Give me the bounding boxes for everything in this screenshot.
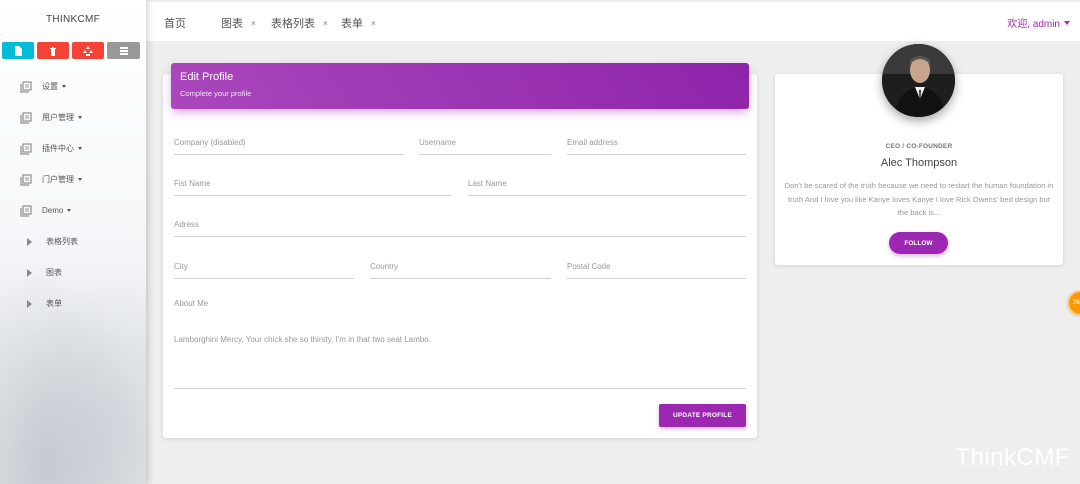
about-me-label: About Me (174, 299, 209, 308)
profile-bio: Don't be scared of the truth because we … (784, 181, 1054, 217)
card-title: Edit Profile (180, 71, 234, 83)
card-header: Edit Profile Complete your profile (171, 63, 749, 109)
caret-down-icon (78, 147, 82, 150)
recycle-icon (83, 45, 93, 56)
address-field[interactable]: Adress (174, 220, 746, 237)
top-navbar: 首页 图表 × 表格列表 × 表单 × 欢迎, admin (146, 0, 1080, 41)
sidebar-item-demo[interactable]: Demo (0, 195, 146, 226)
tab-forms[interactable]: 表单 × (341, 15, 376, 31)
recycle-button[interactable] (72, 42, 104, 59)
caret-down-icon (78, 116, 82, 119)
city-field[interactable]: City (174, 262, 354, 279)
avatar-photo-icon (882, 44, 955, 117)
about-me-textarea[interactable]: Lamborghini Mercy, Your chick she so thi… (174, 335, 431, 344)
pages-icon (20, 205, 32, 216)
tab-label: 表单 (341, 18, 363, 30)
close-icon[interactable]: × (323, 19, 328, 28)
trash-icon (50, 46, 56, 56)
country-field[interactable]: Country (370, 262, 551, 279)
watermark-text: ThinkCMF (955, 444, 1070, 471)
user-menu[interactable]: 欢迎, admin (1007, 15, 1070, 30)
sidebar-item-label: 设置 (42, 82, 58, 91)
tab-home[interactable]: 首页 (164, 15, 186, 31)
sidebar-item-portal[interactable]: 门户管理 (0, 164, 146, 195)
triangle-right-icon (27, 237, 32, 246)
tab-label: 首页 (164, 18, 186, 30)
textarea-underline (174, 388, 746, 389)
close-icon[interactable]: × (371, 19, 376, 28)
username-field[interactable]: Username (419, 138, 551, 155)
pages-icon (20, 81, 32, 92)
brand-logo[interactable]: THINKCMF (0, 0, 146, 40)
caret-down-icon (1064, 20, 1070, 25)
sidebar-subitem-label: 图表 (46, 268, 62, 277)
sidebar-subitem-label: 表格列表 (46, 237, 78, 246)
last-name-field[interactable]: Last Name (468, 179, 746, 196)
profile-card: CEO / CO-FOUNDER Alec Thompson Don't be … (775, 44, 1063, 265)
floating-badge[interactable]: 76 (1069, 292, 1080, 314)
sidebar-item-plugins[interactable]: 插件中心 (0, 133, 146, 164)
sidebar-item-label: 用户管理 (42, 113, 74, 122)
caret-down-icon (67, 209, 72, 212)
sidebar-item-label: Demo (42, 206, 64, 215)
update-profile-button[interactable]: UPDATE PROFILE (659, 404, 746, 427)
follow-button[interactable]: FOLLOW (889, 232, 948, 254)
list-button[interactable] (107, 42, 140, 59)
sidebar-subitem-forms[interactable]: 表单 (0, 288, 146, 319)
avatar (882, 44, 955, 117)
sidebar-item-users[interactable]: 用户管理 (0, 102, 146, 133)
caret-down-icon (78, 178, 82, 181)
sidebar-item-settings[interactable]: 设置 (0, 71, 146, 102)
pages-icon (20, 174, 32, 185)
pages-icon (20, 112, 32, 123)
first-name-field[interactable]: Fist Name (174, 179, 451, 196)
profile-name: Alec Thompson (880, 157, 958, 169)
sidebar-subitem-table-list[interactable]: 表格列表 (0, 226, 146, 257)
profile-role: CEO / CO-FOUNDER (885, 143, 953, 150)
company-field: Company (disabled) (174, 138, 404, 155)
tab-charts[interactable]: 图表 × (221, 15, 256, 31)
caret-down-icon (62, 85, 66, 88)
edit-profile-card: Edit Profile Complete your profile Compa… (163, 63, 757, 438)
tab-table-list[interactable]: 表格列表 × (271, 15, 328, 31)
delete-button[interactable] (37, 42, 69, 59)
sidebar-subitem-label: 表单 (46, 299, 62, 308)
list-icon (119, 46, 128, 55)
user-greeting: 欢迎, admin (1007, 19, 1060, 30)
sidebar: THINKCMF 设置 用户管理 插件中心 门户管理 Demo 表格列表 图表 … (0, 0, 146, 484)
triangle-right-icon (27, 268, 32, 277)
postal-code-field[interactable]: Postal Code (567, 262, 746, 279)
sidebar-item-label: 插件中心 (42, 144, 74, 153)
sidebar-subitem-charts[interactable]: 图表 (0, 257, 146, 288)
close-icon[interactable]: × (251, 19, 256, 28)
sidebar-item-label: 门户管理 (42, 175, 74, 184)
sidebar-menu: 设置 用户管理 插件中心 门户管理 Demo 表格列表 图表 表单 (0, 71, 146, 319)
new-file-button[interactable] (2, 42, 34, 59)
email-field[interactable]: Email address (567, 138, 746, 155)
card-subtitle: Complete your profile (180, 89, 252, 98)
pages-icon (20, 143, 32, 154)
tab-label: 表格列表 (271, 18, 315, 30)
tab-label: 图表 (221, 18, 243, 30)
file-icon (15, 45, 22, 56)
triangle-right-icon (27, 299, 32, 308)
quick-actions (0, 40, 146, 59)
